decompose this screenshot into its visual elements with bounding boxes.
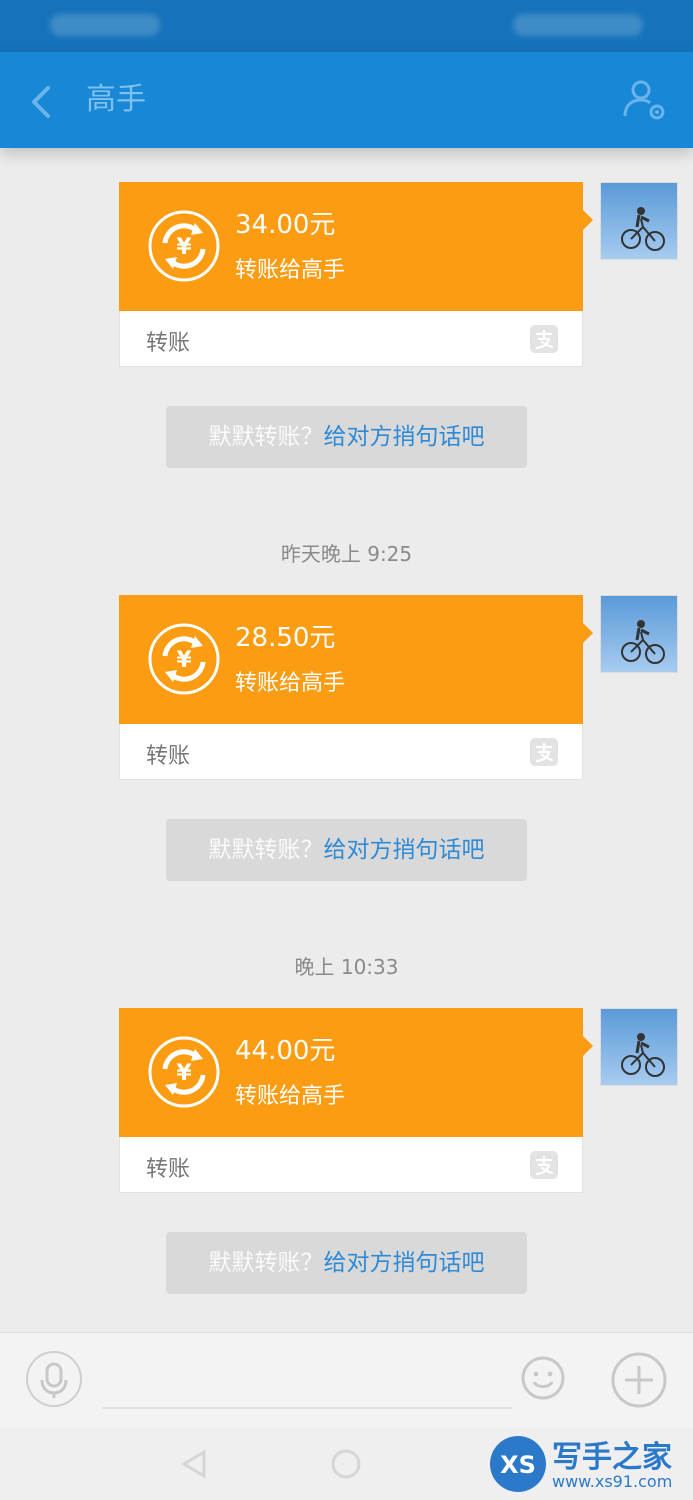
alipay-icon xyxy=(530,325,558,353)
back-button[interactable] xyxy=(22,80,62,124)
chevron-left-icon xyxy=(32,86,50,118)
circle-home-icon xyxy=(331,1449,361,1479)
avatar[interactable] xyxy=(600,595,678,673)
chat-header: 高手 xyxy=(0,52,693,148)
message-prompt[interactable]: 默默转账？给对方捎句话吧 xyxy=(166,819,527,881)
bubble-arrow xyxy=(583,1036,593,1056)
transfer-label: 转账 xyxy=(146,1157,191,1182)
message-input-bar xyxy=(0,1332,693,1428)
transfer-card[interactable]: ¥ 28.50元 转账给高手 转账 xyxy=(119,595,593,780)
triangle-back-icon xyxy=(181,1449,206,1479)
bubble-arrow xyxy=(583,623,593,643)
watermark-url: www.xs91.com xyxy=(552,1472,673,1491)
profile-settings-button[interactable] xyxy=(621,76,669,124)
prompt-link[interactable]: 给对方捎句话吧 xyxy=(324,424,485,450)
transfer-card[interactable]: ¥ 34.00元 转账给高手 转账 xyxy=(119,182,593,367)
voice-button[interactable] xyxy=(26,1351,82,1407)
message-prompt[interactable]: 默默转账？给对方捎句话吧 xyxy=(166,1232,527,1294)
watermark-title: 写手之家 xyxy=(552,1440,672,1475)
prompt-text: 默默转账？ xyxy=(208,424,324,450)
plus-icon xyxy=(611,1352,667,1408)
timestamp: 昨天晚上 9:25 xyxy=(280,542,413,566)
svg-text:¥: ¥ xyxy=(176,235,192,260)
transfer-label: 转账 xyxy=(146,744,191,769)
more-button[interactable] xyxy=(610,1351,668,1409)
prompt-link[interactable]: 给对方捎句话吧 xyxy=(324,1250,485,1276)
chat-title: 高手 xyxy=(86,82,146,117)
bubble-arrow xyxy=(583,210,593,230)
nav-home-button[interactable] xyxy=(328,1446,364,1482)
transfer-description: 转账给高手 xyxy=(235,671,346,696)
transfer-card-footer: 转账 xyxy=(119,724,583,780)
prompt-link[interactable]: 给对方捎句话吧 xyxy=(324,837,485,863)
transfer-card-header: ¥ 34.00元 转账给高手 xyxy=(119,182,593,311)
nav-back-button[interactable] xyxy=(176,1446,212,1482)
transfer-card-header: ¥ 28.50元 转账给高手 xyxy=(119,595,593,724)
transfer-label: 转账 xyxy=(146,331,191,356)
watermark: XS 写手之家 www.xs91.com xyxy=(488,1432,688,1496)
alipay-icon xyxy=(530,738,558,766)
svg-text:¥: ¥ xyxy=(176,648,192,673)
message-input[interactable] xyxy=(102,1353,512,1409)
prompt-text: 默默转账？ xyxy=(208,837,324,863)
emoji-button[interactable] xyxy=(520,1355,566,1401)
prompt-text: 默默转账？ xyxy=(208,1250,324,1276)
avatar[interactable] xyxy=(600,1008,678,1086)
timestamp: 晚上 10:33 xyxy=(294,955,399,979)
transfer-card-footer: 转账 xyxy=(119,1137,583,1193)
yuan-transfer-icon: ¥ xyxy=(147,622,221,696)
watermark-logo: XS xyxy=(488,1434,548,1494)
watermark-logo-text: XS xyxy=(500,1451,536,1479)
avatar[interactable] xyxy=(600,182,678,260)
transfer-card[interactable]: ¥ 44.00元 转账给高手 转账 xyxy=(119,1008,593,1193)
transfer-description: 转账给高手 xyxy=(235,1084,346,1109)
smiley-icon xyxy=(521,1356,565,1400)
transfer-amount: 34.00元 xyxy=(235,210,336,240)
chat-message-list[interactable]: ¥ 34.00元 转账给高手 转账 默默转账？给对方捎句话吧 昨天晚上 9:25… xyxy=(0,148,693,1332)
svg-text:¥: ¥ xyxy=(176,1061,192,1086)
transfer-amount: 44.00元 xyxy=(235,1036,336,1066)
transfer-amount: 28.50元 xyxy=(235,623,336,653)
status-bar-left-blur xyxy=(50,14,160,36)
alipay-icon xyxy=(530,1151,558,1179)
transfer-card-footer: 转账 xyxy=(119,311,583,367)
status-bar-right-blur xyxy=(513,14,643,36)
status-bar xyxy=(0,0,693,52)
message-prompt[interactable]: 默默转账？给对方捎句话吧 xyxy=(166,406,527,468)
person-settings-icon xyxy=(623,80,665,120)
transfer-description: 转账给高手 xyxy=(235,258,346,283)
yuan-transfer-icon: ¥ xyxy=(147,1035,221,1109)
transfer-card-header: ¥ 44.00元 转账给高手 xyxy=(119,1008,593,1137)
microphone-icon xyxy=(40,1362,68,1398)
yuan-transfer-icon: ¥ xyxy=(147,209,221,283)
